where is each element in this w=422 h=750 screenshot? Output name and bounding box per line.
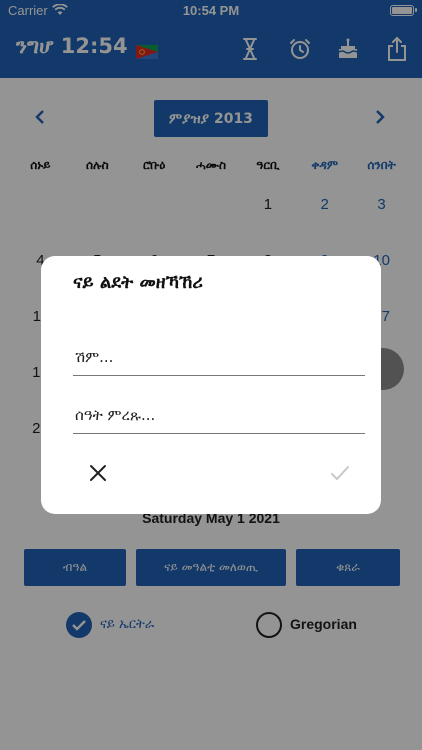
time-field	[73, 396, 365, 434]
close-icon[interactable]	[85, 460, 111, 486]
checkmark-icon[interactable]	[327, 460, 353, 486]
dialog-title: ናይ ልደት መዘኻኸሪ	[73, 272, 203, 293]
birthday-reminder-dialog: ናይ ልደት መዘኻኸሪ	[41, 256, 381, 514]
name-field	[73, 338, 365, 376]
name-input[interactable]	[73, 338, 365, 375]
time-input[interactable]	[73, 396, 365, 433]
